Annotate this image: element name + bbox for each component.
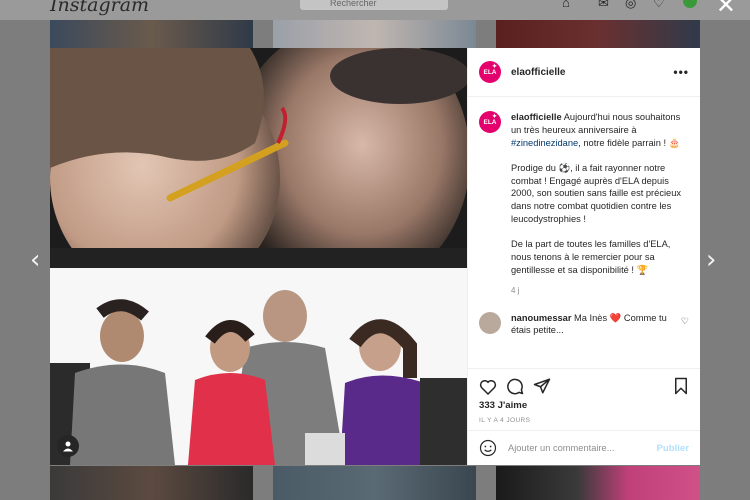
post-image (50, 48, 467, 465)
post-photo-bottom (50, 268, 467, 465)
post-photo-top (50, 48, 467, 268)
comments-section: ✦ ELA elaofficielle Aujourd'hui nous souh… (468, 97, 700, 368)
caption-paragraph: Prodige du ⚽, il a fait rayonner notre c… (511, 162, 682, 225)
caption-username[interactable]: elaofficielle (511, 112, 562, 122)
likes-count[interactable]: 333 J'aime (479, 400, 689, 411)
author-avatar[interactable]: ✦ ELA (479, 61, 501, 83)
caption: ✦ ELA elaofficielle Aujourd'hui nous souh… (479, 111, 689, 298)
caption-paragraph: De la part de toutes les familles d'ELA,… (511, 239, 671, 275)
add-comment-bar: Publier (468, 430, 700, 465)
feed-tile[interactable] (273, 20, 476, 48)
caption-text: elaofficielle Aujourd'hui nous souhaiton… (511, 111, 689, 298)
caption-avatar[interactable]: ✦ ELA (479, 111, 501, 133)
share-icon[interactable] (533, 377, 551, 395)
commenter-username[interactable]: nanoumessar (511, 313, 571, 323)
messenger-icon[interactable]: ✉ (598, 0, 609, 11)
caption-timestamp: 4 j (511, 285, 520, 295)
search-input[interactable]: Rechercher (300, 0, 448, 10)
feed-tile[interactable] (496, 20, 700, 48)
comment-icon[interactable] (506, 377, 524, 395)
user-tag-icon[interactable] (57, 435, 79, 457)
comment-like-icon[interactable]: ♡ (681, 316, 689, 327)
feed-tile[interactable] (50, 20, 253, 48)
bookmark-icon[interactable] (673, 377, 689, 395)
activity-icon[interactable]: ♡ (653, 0, 665, 11)
emoji-icon[interactable] (479, 439, 497, 457)
heart-icon[interactable] (479, 378, 497, 395)
author-username[interactable]: elaofficielle (511, 67, 673, 78)
close-icon[interactable]: ✕ (716, 0, 736, 18)
post-date[interactable]: IL Y A 4 JOURS (479, 417, 689, 424)
post-modal: ✦ ELA elaofficielle ••• ✦ ELA elaofficiell… (50, 48, 700, 465)
instagram-logo[interactable]: Instagram (50, 0, 149, 16)
feed-tile[interactable] (496, 466, 700, 500)
comment-item: nanoumessar Ma Inès ❤️ Comme tu étais pe… (479, 311, 689, 338)
star-icon: ✦ (491, 64, 497, 70)
feed-tile[interactable] (273, 466, 476, 500)
post-sidebar: ✦ ELA elaofficielle ••• ✦ ELA elaofficiell… (467, 48, 700, 465)
action-bar: 333 J'aime IL Y A 4 JOURS (468, 368, 700, 430)
explore-icon[interactable]: ◎ (625, 0, 636, 11)
next-arrow-icon[interactable]: › (706, 245, 716, 275)
comment-input[interactable] (506, 442, 657, 454)
caption-line1-end: , notre fidèle parrain ! 🎂 (578, 137, 681, 148)
hashtag-link[interactable]: #zinedinezidane (511, 138, 578, 148)
commenter-avatar[interactable] (479, 311, 501, 334)
home-icon[interactable]: ⌂ (562, 0, 570, 10)
more-icon[interactable]: ••• (673, 65, 689, 79)
comment-text: nanoumessar Ma Inès ❤️ Comme tu étais pe… (511, 312, 675, 338)
prev-arrow-icon[interactable]: ‹ (30, 245, 40, 275)
post-header: ✦ ELA elaofficielle ••• (468, 48, 700, 97)
publish-button[interactable]: Publier (656, 443, 689, 454)
feed-tile[interactable] (50, 466, 253, 500)
star-icon: ✦ (491, 114, 497, 120)
